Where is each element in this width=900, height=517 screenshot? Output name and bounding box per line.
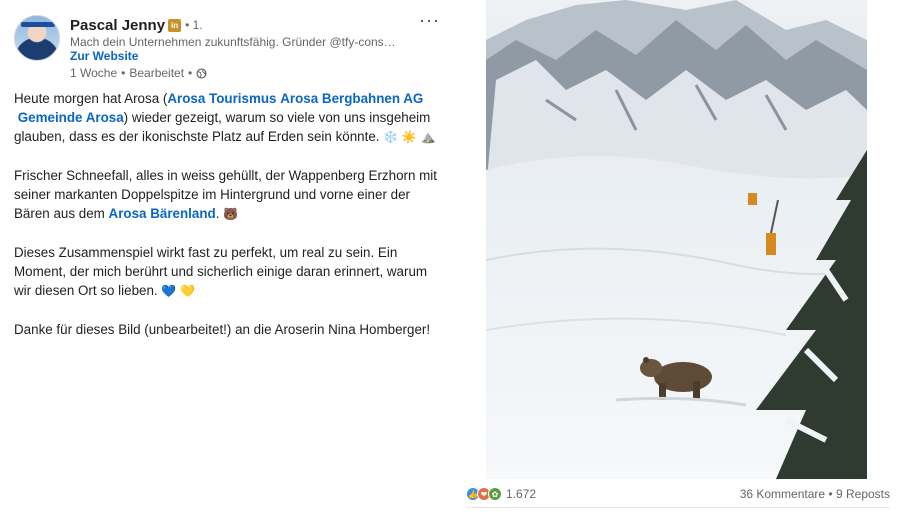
- author-row: Pascal Jenny in • 1.: [70, 15, 203, 35]
- mention-arosa-baerenland[interactable]: Arosa Bärenland: [109, 206, 216, 221]
- stats-separator: •: [828, 487, 833, 501]
- snowflake-icon: ❄️: [383, 130, 399, 144]
- support-icon: ✿: [488, 487, 502, 501]
- mention-arosa-tourismus[interactable]: Arosa Tourismus: [167, 91, 276, 106]
- mention-arosa-bergbahnen[interactable]: Arosa Bergbahnen AG: [280, 91, 423, 106]
- website-link[interactable]: Zur Website: [70, 49, 138, 63]
- reactions-row: 👍 ❤ ✿ 1.672 36 Kommentare • 9 Reposts: [466, 486, 890, 502]
- divider: [466, 507, 890, 508]
- mountain-bear-photo: [486, 0, 867, 479]
- reaction-count[interactable]: 1.672: [506, 487, 536, 501]
- post-meta: 1 Woche • Bearbeitet •: [70, 66, 207, 80]
- text-segment: Heute morgen hat Arosa (: [14, 91, 168, 106]
- meta-separator-2: •: [188, 66, 193, 80]
- yellow-heart-icon: 💛: [180, 284, 196, 298]
- post-body: Heute morgen hat Arosa (Arosa Tourismus …: [14, 89, 444, 358]
- post-time: 1 Woche: [70, 66, 118, 80]
- mountain-icon: ⛰️: [420, 130, 436, 144]
- more-options-button[interactable]: ···: [419, 10, 440, 30]
- linkedin-premium-icon: in: [168, 18, 182, 32]
- post-paragraph-1: Heute morgen hat Arosa (Arosa Tourismus …: [14, 89, 444, 147]
- post-paragraph-2: Frischer Schneefall, alles in weiss gehü…: [14, 166, 444, 224]
- reposts-count[interactable]: 9 Reposts: [836, 487, 890, 501]
- sun-icon: ☀️: [401, 130, 417, 144]
- text-segment: Dieses Zusammenspiel wirkt fast zu perfe…: [14, 245, 428, 298]
- reaction-icons[interactable]: 👍 ❤ ✿: [466, 487, 502, 501]
- author-headline: Mach dein Unternehmen zukunftsfähig. Grü…: [70, 35, 396, 49]
- blue-heart-icon: 💙: [161, 284, 177, 298]
- post-left-column: Pascal Jenny in • 1. ··· Mach dein Unter…: [0, 0, 452, 517]
- post-image[interactable]: [486, 0, 867, 479]
- avatar[interactable]: [14, 15, 60, 61]
- bear-icon: 🐻: [223, 207, 239, 221]
- edited-label: Bearbeitet: [129, 66, 185, 80]
- engagement-stats: 36 Kommentare • 9 Reposts: [740, 487, 890, 501]
- post-paragraph-4: Danke für dieses Bild (unbearbeitet!) an…: [14, 322, 431, 337]
- meta-separator: •: [121, 66, 126, 80]
- globe-icon: [196, 67, 207, 79]
- connection-degree: • 1.: [185, 18, 203, 32]
- mention-gemeinde-arosa[interactable]: Gemeinde Arosa: [18, 110, 124, 125]
- text-segment: .: [215, 206, 220, 221]
- post-paragraph-3: Dieses Zusammenspiel wirkt fast zu perfe…: [14, 243, 444, 301]
- author-name[interactable]: Pascal Jenny: [70, 17, 165, 34]
- comments-count[interactable]: 36 Kommentare: [740, 487, 825, 501]
